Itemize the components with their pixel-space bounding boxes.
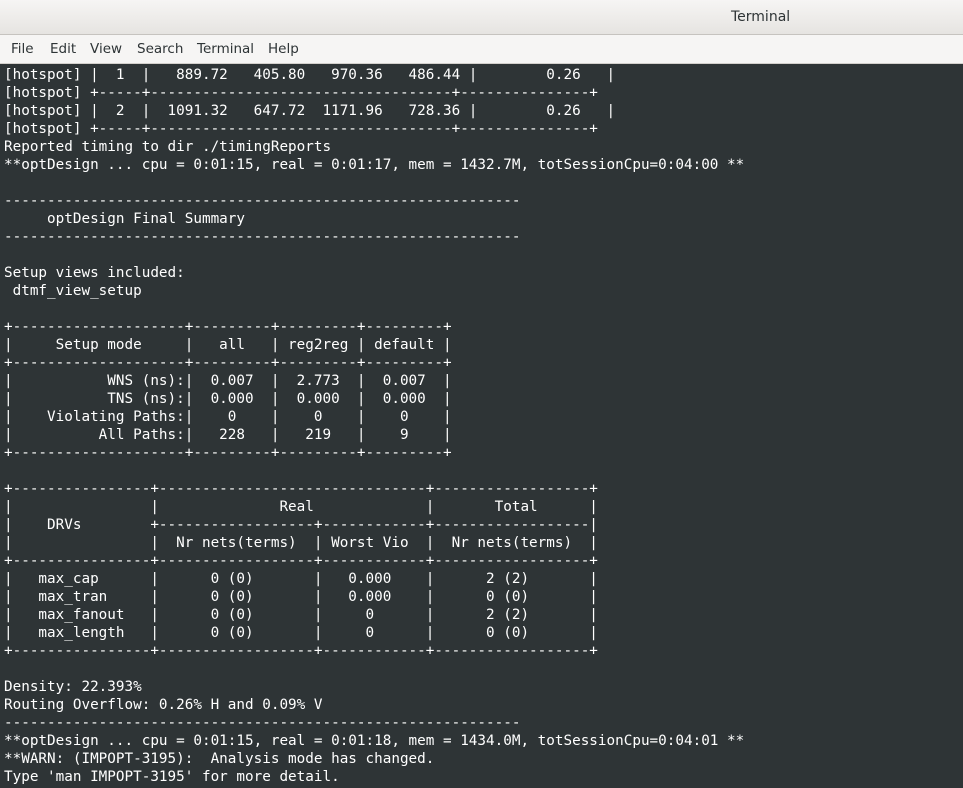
menu-file[interactable]: File	[11, 41, 34, 57]
terminal-line: ----------------------------------------…	[4, 715, 521, 731]
terminal-line: Density: 22.393%	[4, 679, 142, 695]
terminal-line: | max_tran | 0 (0) | 0.000 | 0 (0) |	[4, 589, 598, 605]
terminal-line: [hotspot] +-----+-----------------------…	[4, 121, 598, 137]
terminal-line: +----------------+----------------------…	[4, 481, 598, 497]
terminal-line: ----------------------------------------…	[4, 229, 521, 245]
terminal-line: Reported timing to dir ./timingReports	[4, 139, 332, 155]
terminal-line: | All Paths:| 228 | 219 | 9 |	[4, 427, 452, 443]
terminal-line: **optDesign ... cpu = 0:01:15, real = 0:…	[4, 733, 745, 749]
menu-view[interactable]: View	[90, 41, 122, 57]
title-bar[interactable]: Terminal	[0, 0, 963, 35]
terminal-line: | max_fanout | 0 (0) | 0 | 2 (2) |	[4, 607, 598, 623]
menu-search[interactable]: Search	[137, 41, 183, 57]
menu-help[interactable]: Help	[268, 41, 299, 57]
menu-terminal[interactable]: Terminal	[197, 41, 254, 57]
terminal-line: +--------------------+---------+--------…	[4, 355, 452, 371]
terminal-line: [hotspot] +-----+-----------------------…	[4, 85, 598, 101]
terminal-line: +----------------+------------------+---…	[4, 643, 598, 659]
terminal-line: | | Real | Total |	[4, 499, 598, 515]
terminal-line: **optDesign ... cpu = 0:01:15, real = 0:…	[4, 157, 745, 173]
terminal-window: Terminal File Edit View Search Terminal …	[0, 0, 963, 788]
terminal-line: ----------------------------------------…	[4, 193, 521, 209]
terminal-line: +--------------------+---------+--------…	[4, 445, 452, 461]
terminal-line: | max_length | 0 (0) | 0 | 0 (0) |	[4, 625, 598, 641]
terminal-output: [hotspot] | 1 | 889.72 405.80 970.36 486…	[4, 66, 744, 786]
terminal-line: | Violating Paths:| 0 | 0 | 0 |	[4, 409, 452, 425]
terminal-line: | | Nr nets(terms) | Worst Vio | Nr nets…	[4, 535, 598, 551]
terminal-line: **WARN: (IMPOPT-3195): Analysis mode has…	[4, 751, 435, 767]
terminal-line: | max_cap | 0 (0) | 0.000 | 2 (2) |	[4, 571, 598, 587]
terminal-line: | WNS (ns):| 0.007 | 2.773 | 0.007 |	[4, 373, 452, 389]
terminal-line: | TNS (ns):| 0.000 | 0.000 | 0.000 |	[4, 391, 452, 407]
terminal-line: +--------------------+---------+--------…	[4, 319, 452, 335]
terminal-line: [hotspot] | 2 | 1091.32 647.72 1171.96 7…	[4, 103, 616, 119]
menu-edit[interactable]: Edit	[50, 41, 76, 57]
terminal-line: +----------------+------------------+---…	[4, 553, 598, 569]
terminal-line: Type 'man IMPOPT-3195' for more detail.	[4, 769, 340, 785]
terminal-line: Routing Overflow: 0.26% H and 0.09% V	[4, 697, 323, 713]
terminal-line: | Setup mode | all | reg2reg | default |	[4, 337, 452, 353]
terminal-line: optDesign Final Summary	[4, 211, 246, 227]
terminal-area[interactable]: [hotspot] | 1 | 889.72 405.80 970.36 486…	[0, 64, 963, 788]
terminal-line: Setup views included:	[4, 265, 185, 281]
window-title: Terminal	[731, 9, 791, 25]
terminal-line: dtmf_view_setup	[4, 283, 142, 299]
terminal-line: [hotspot] | 1 | 889.72 405.80 970.36 486…	[4, 67, 616, 83]
terminal-line: | DRVs +------------------+------------+…	[4, 517, 598, 533]
menu-bar: File Edit View Search Terminal Help	[0, 35, 963, 64]
